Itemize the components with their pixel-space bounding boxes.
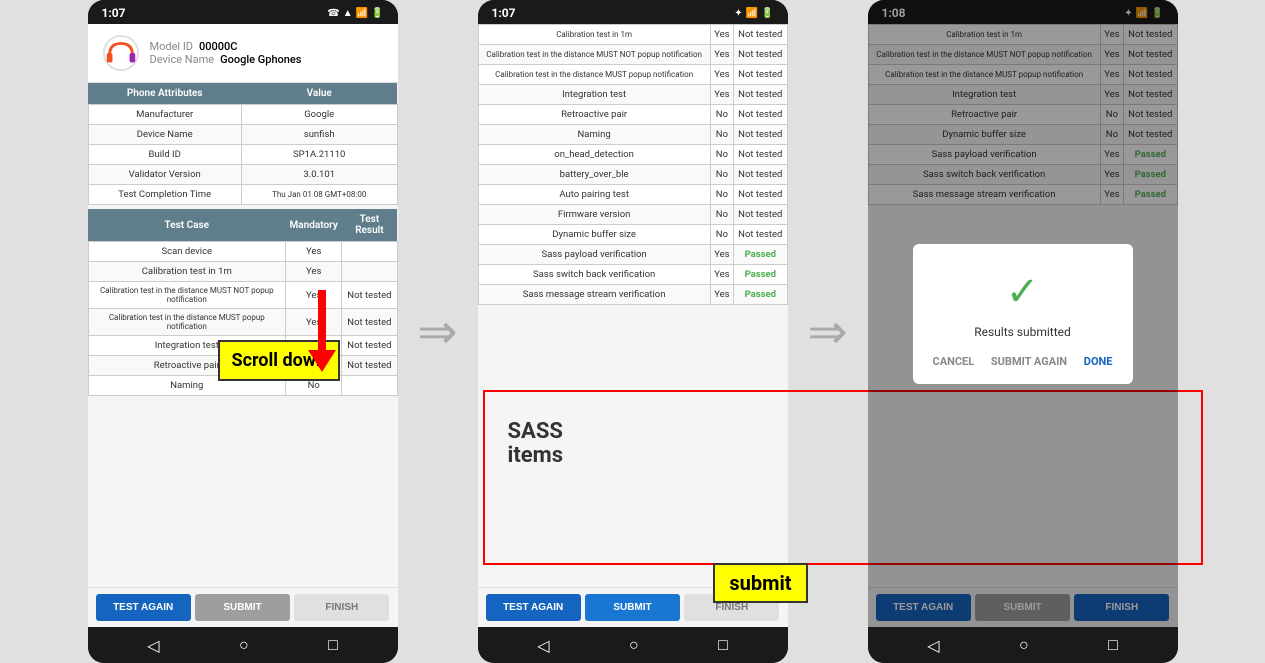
check-icon: ✓ (933, 268, 1113, 315)
table-row: Device Namesunfish (88, 125, 397, 145)
value-col-header: Value (241, 83, 397, 105)
nav-bar-3: ◁ ○ □ (868, 627, 1178, 663)
notifications-icon: ☎ (327, 8, 339, 19)
time-2: 1:07 (492, 6, 516, 20)
back-icon[interactable]: ◁ (147, 636, 159, 655)
sass-annotation: SASSitems (508, 420, 564, 468)
signal-icon: ▲ (343, 8, 353, 19)
nav-bar-1: ◁ ○ □ (88, 627, 398, 663)
table-row: Calibration test in 1mYesNot tested (478, 25, 787, 45)
battery-icon: 🔋 (371, 8, 383, 19)
test-table-2: Calibration test in 1mYesNot tested Cali… (478, 24, 788, 305)
table-row: Calibration test in 1mYes (88, 262, 397, 282)
submit-annotation: submit (713, 563, 807, 603)
phone1: 1:07 ☎ ▲ 📶 🔋 Model ID 00000C Device Name G… (88, 0, 398, 663)
recents-icon[interactable]: □ (328, 635, 338, 655)
headphone-icon (102, 34, 140, 72)
home-icon-3[interactable]: ○ (1019, 635, 1029, 655)
status-bar-2: 1:07 ✦ 📶 🔋 (478, 0, 788, 24)
table-row: Integration testYesNot tested (478, 85, 787, 105)
attr-table: Phone Attributes Value ManufacturerGoogl… (88, 83, 398, 205)
test-result-header: Test Result (342, 209, 397, 242)
status-icons-1: ☎ ▲ 📶 🔋 (327, 8, 383, 19)
status-bar-1: 1:07 ☎ ▲ 📶 🔋 (88, 0, 398, 24)
table-row: Auto pairing testNoNot tested (478, 185, 787, 205)
model-value: 00000C (199, 40, 237, 53)
test-again-button-2[interactable]: TEST AGAIN (486, 594, 581, 621)
time-1: 1:07 (102, 6, 126, 20)
table-row: Dynamic buffer sizeNoNot tested (478, 225, 787, 245)
table-row sass-row: Sass switch back verificationYesPassed (478, 265, 787, 285)
scroll-arrow (308, 290, 336, 372)
device-info: Model ID 00000C Device Name Google Gphones (150, 40, 302, 66)
wifi-icon: 📶 (356, 8, 368, 19)
phone3: 1:08 ✦ 📶 🔋 Calibration test in 1mYesNot … (868, 0, 1178, 663)
table-row: Retroactive pairNoNot tested (478, 105, 787, 125)
battery-icon-2: 🔋 (761, 8, 773, 19)
table-row: Test Completion TimeThu Jan 01 08 GMT+08… (88, 185, 397, 205)
table-row: NamingNoNot tested (478, 125, 787, 145)
finish-button-1[interactable]: FINISH (294, 594, 389, 621)
table-row: Calibration test in the distance MUST NO… (88, 282, 397, 309)
device-name-value: Google Gphones (220, 53, 301, 66)
table-row: Calibration test in the distance MUST po… (88, 309, 397, 336)
results-dialog: ✓ Results submitted CANCEL SUBMIT AGAIN … (913, 244, 1133, 384)
table-row: Firmware versionNoNot tested (478, 205, 787, 225)
submit-button-2[interactable]: SUBMIT (585, 594, 680, 621)
dialog-done-button[interactable]: DONE (1084, 355, 1113, 368)
btn-bar-1: TEST AGAIN SUBMIT FINISH (88, 587, 398, 627)
back-icon-3[interactable]: ◁ (927, 636, 939, 655)
test-case-header: Test Case (88, 209, 286, 242)
table-section-1: Phone Attributes Value ManufacturerGoogl… (88, 83, 398, 587)
submit-button-1[interactable]: SUBMIT (195, 594, 290, 621)
table-row: battery_over_bleNoNot tested (478, 165, 787, 185)
dialog-submit-again-button[interactable]: SUBMIT AGAIN (991, 355, 1067, 368)
table-section-2: Calibration test in 1mYesNot tested Cali… (478, 24, 788, 587)
dialog-message: Results submitted (933, 325, 1113, 339)
home-icon[interactable]: ○ (239, 635, 249, 655)
table-row: Build IDSP1A.21110 (88, 145, 397, 165)
home-icon-2[interactable]: ○ (629, 635, 639, 655)
wifi-icon-2: 📶 (746, 8, 758, 19)
attr-col-header: Phone Attributes (88, 83, 241, 105)
device-card: Model ID 00000C Device Name Google Gphones (88, 24, 398, 83)
device-label: Device Name (150, 53, 215, 66)
model-label: Model ID (150, 40, 194, 53)
table-row: Scan deviceYes (88, 242, 397, 262)
table-row: Calibration test in the distance MUST NO… (478, 45, 787, 65)
table-row: Calibration test in the distance MUST po… (478, 65, 787, 85)
phone2-wrapper: 1:07 ✦ 📶 🔋 Calibration test in 1mYesNot … (478, 0, 788, 663)
status-icons-2: ✦ 📶 🔋 (734, 8, 773, 19)
nav-bar-2: ◁ ○ □ (478, 627, 788, 663)
back-icon-2[interactable]: ◁ (537, 636, 549, 655)
arrow-1: ⇒ (398, 0, 478, 663)
table-row sass-row: Sass message stream verificationYesPasse… (478, 285, 787, 305)
test-again-button-1[interactable]: TEST AGAIN (96, 594, 191, 621)
table-row sass-row: Sass payload verificationYesPassed (478, 245, 787, 265)
table-row: ManufacturerGoogle (88, 105, 397, 125)
table-row: Validator Version3.0.101 (88, 165, 397, 185)
dialog-overlay: ✓ Results submitted CANCEL SUBMIT AGAIN … (868, 0, 1178, 627)
recents-icon-3[interactable]: □ (1108, 635, 1118, 655)
recents-icon-2[interactable]: □ (718, 635, 728, 655)
dialog-cancel-button[interactable]: CANCEL (933, 355, 975, 368)
phone3-wrapper: 1:08 ✦ 📶 🔋 Calibration test in 1mYesNot … (868, 0, 1178, 663)
mandatory-header: Mandatory (286, 209, 342, 242)
dialog-buttons: CANCEL SUBMIT AGAIN DONE (933, 355, 1113, 368)
table-row: on_head_detectionNoNot tested (478, 145, 787, 165)
bt-icon: ✦ (734, 8, 742, 19)
